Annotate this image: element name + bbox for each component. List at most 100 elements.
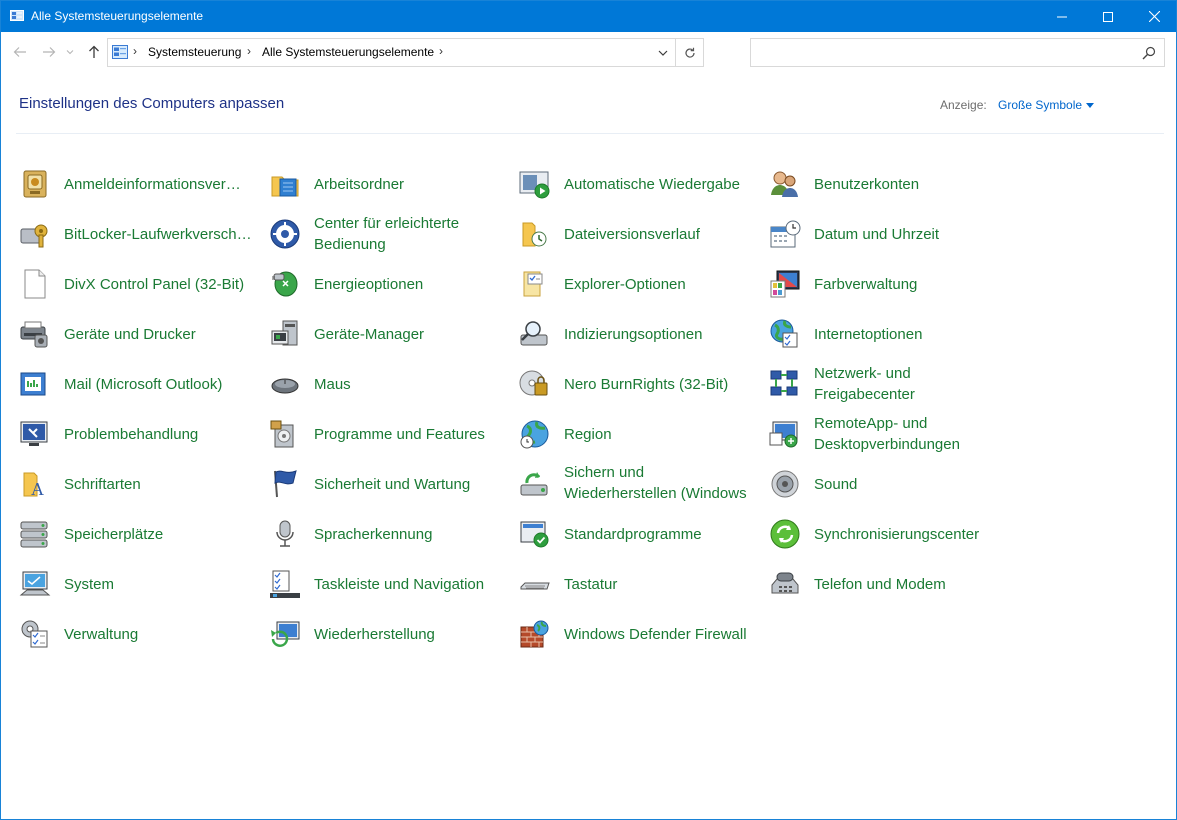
bitlocker-icon xyxy=(19,218,51,250)
credential-manager-icon xyxy=(19,168,51,200)
item-sound[interactable]: Sound xyxy=(769,459,1009,509)
item-label: Verwaltung xyxy=(64,625,139,643)
forward-button[interactable] xyxy=(38,41,60,63)
control-panel-items-grid: Anmeldeinformationsver… Arbeitsordner Au… xyxy=(19,159,1019,659)
item-administrative-tools[interactable]: Verwaltung xyxy=(19,609,259,659)
item-autoplay[interactable]: Automatische Wiedergabe xyxy=(519,159,759,209)
color-management-icon xyxy=(769,268,801,300)
recent-locations-button[interactable] xyxy=(63,41,77,63)
item-recovery[interactable]: Wiederherstellung xyxy=(269,609,509,659)
up-button[interactable] xyxy=(83,41,105,63)
item-label: Spracherkennung xyxy=(314,525,433,543)
item-label: Geräte-Manager xyxy=(314,325,425,343)
item-ease-of-access[interactable]: Center für erleichterte Bedienung xyxy=(269,209,509,259)
network-sharing-icon xyxy=(769,368,801,400)
item-work-folders[interactable]: Arbeitsordner xyxy=(269,159,509,209)
item-label: Programme und Features xyxy=(314,425,485,443)
item-label: Internetoptionen xyxy=(814,325,923,343)
view-selector[interactable]: Große Symbole xyxy=(998,98,1095,112)
item-explorer-options[interactable]: Explorer-Optionen xyxy=(519,259,759,309)
item-power-options[interactable]: Energieoptionen xyxy=(269,259,509,309)
remoteapp-icon xyxy=(769,418,801,450)
item-keyboard[interactable]: Tastatur xyxy=(519,559,759,609)
item-backup-restore[interactable]: Sichern und Wiederherstellen (Windows 7) xyxy=(519,459,759,509)
security-maintenance-icon xyxy=(269,468,301,500)
item-color-management[interactable]: Farbverwaltung xyxy=(769,259,1009,309)
item-nero-burnrights[interactable]: Nero BurnRights (32-Bit) xyxy=(519,359,759,409)
item-label: Standardprogramme xyxy=(564,525,702,543)
navigation-bar: › Systemsteuerung › Alle Systemsteuerung… xyxy=(1,32,1176,72)
nero-burnrights-icon xyxy=(519,368,551,400)
item-label: Windows Defender Firewall xyxy=(564,625,747,643)
minimize-button[interactable] xyxy=(1039,1,1085,32)
item-troubleshooting[interactable]: Problembehandlung xyxy=(19,409,259,459)
breadcrumb-item-systemsteuerung[interactable]: Systemsteuerung xyxy=(148,45,241,59)
item-speech-recognition[interactable]: Spracherkennung xyxy=(269,509,509,559)
item-internet-options[interactable]: Internetoptionen xyxy=(769,309,1009,359)
header-divider xyxy=(16,133,1164,134)
refresh-icon xyxy=(684,47,695,58)
item-mail[interactable]: Mail (Microsoft Outlook) xyxy=(19,359,259,409)
item-label: Nero BurnRights (32-Bit) xyxy=(564,375,729,393)
item-label: Telefon und Modem xyxy=(814,575,946,593)
maximize-icon xyxy=(1103,11,1113,22)
item-label: Datum und Uhrzeit xyxy=(814,225,940,243)
blank-document-icon xyxy=(19,268,51,300)
refresh-button[interactable] xyxy=(675,39,703,66)
item-credential-manager[interactable]: Anmeldeinformationsver… xyxy=(19,159,259,209)
search-icon[interactable] xyxy=(1142,46,1156,60)
autoplay-icon xyxy=(519,168,551,200)
view-selector-value[interactable]: Große Symbole xyxy=(998,98,1082,112)
item-remoteapp[interactable]: RemoteApp- und Desktopverbindungen xyxy=(769,409,1009,459)
power-options-icon xyxy=(269,268,301,300)
address-bar[interactable]: › Systemsteuerung › Alle Systemsteuerung… xyxy=(107,38,704,67)
breadcrumb-chevron-icon[interactable]: › xyxy=(133,44,137,58)
breadcrumb-chevron-icon[interactable]: › xyxy=(247,44,251,58)
item-programs-features[interactable]: Programme und Features xyxy=(269,409,509,459)
search-box[interactable] xyxy=(750,38,1165,67)
item-label: Netzwerk- und Freigabecenter xyxy=(814,365,915,403)
forward-arrow-icon xyxy=(43,47,56,57)
item-phone-modem[interactable]: Telefon und Modem xyxy=(769,559,1009,609)
item-file-history[interactable]: Dateiversionsverlauf xyxy=(519,209,759,259)
close-button[interactable] xyxy=(1131,1,1177,32)
item-indexing-options[interactable]: Indizierungsoptionen xyxy=(519,309,759,359)
item-user-accounts[interactable]: Benutzerkonten xyxy=(769,159,1009,209)
address-history-button[interactable] xyxy=(653,43,673,63)
item-bitlocker[interactable]: BitLocker-Laufwerkversch… xyxy=(19,209,259,259)
item-network-sharing[interactable]: Netzwerk- und Freigabecenter xyxy=(769,359,1009,409)
file-history-icon xyxy=(519,218,551,250)
speech-recognition-icon xyxy=(269,518,301,550)
title-bar[interactable]: Alle Systemsteuerungselemente xyxy=(1,1,1176,32)
item-default-programs[interactable]: Standardprogramme xyxy=(519,509,759,559)
back-button[interactable] xyxy=(9,41,31,63)
breadcrumb-item-all-items[interactable]: Alle Systemsteuerungselemente xyxy=(262,45,434,59)
item-region[interactable]: Region xyxy=(519,409,759,459)
item-label: Geräte und Drucker xyxy=(64,325,196,343)
item-label: BitLocker-Laufwerkversch… xyxy=(64,225,252,243)
item-devices-printers[interactable]: Geräte und Drucker xyxy=(19,309,259,359)
item-taskbar-navigation[interactable]: Taskleiste und Navigation xyxy=(269,559,509,609)
close-icon xyxy=(1148,11,1160,22)
item-label: Tastatur xyxy=(564,575,618,593)
item-fonts[interactable]: A Schriftarten xyxy=(19,459,259,509)
item-mouse[interactable]: Maus xyxy=(269,359,509,409)
back-arrow-icon xyxy=(13,47,26,57)
item-security-maintenance[interactable]: Sicherheit und Wartung xyxy=(269,459,509,509)
breadcrumb-chevron-icon[interactable]: › xyxy=(439,44,443,58)
internet-options-icon xyxy=(769,318,801,350)
search-input[interactable] xyxy=(757,43,1127,63)
item-system[interactable]: System xyxy=(19,559,259,609)
chevron-down-icon xyxy=(658,50,668,56)
item-device-manager[interactable]: Geräte-Manager xyxy=(269,309,509,359)
phone-modem-icon xyxy=(769,568,801,600)
up-arrow-icon xyxy=(89,45,99,58)
maximize-button[interactable] xyxy=(1085,1,1131,32)
item-sync-center[interactable]: Synchronisierungscenter xyxy=(769,509,1009,559)
item-firewall[interactable]: Windows Defender Firewall xyxy=(519,609,759,659)
item-date-time[interactable]: Datum und Uhrzeit xyxy=(769,209,1009,259)
troubleshooting-icon xyxy=(19,418,51,450)
item-divx-control-panel[interactable]: DivX Control Panel (32-Bit) xyxy=(19,259,259,309)
item-label: Sound xyxy=(814,475,858,493)
item-storage-spaces[interactable]: Speicherplätze xyxy=(19,509,259,559)
